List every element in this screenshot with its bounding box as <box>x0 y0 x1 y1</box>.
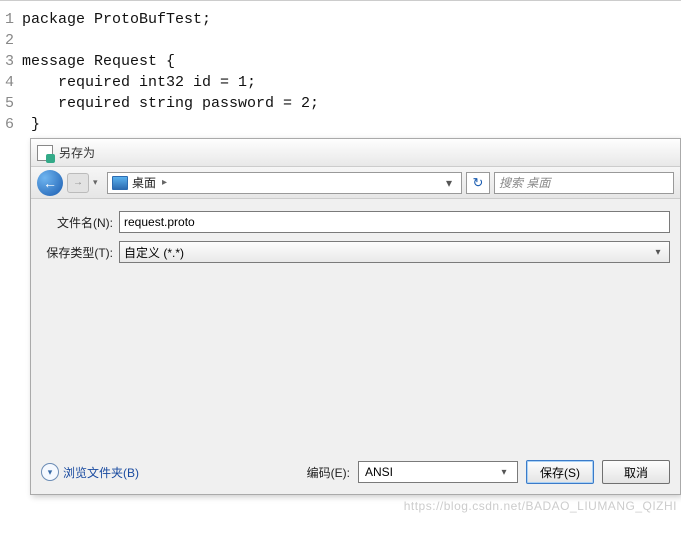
encoding-combobox[interactable]: ANSI ▾ <box>358 461 518 483</box>
desktop-icon <box>112 176 128 190</box>
location-breadcrumb[interactable]: 桌面 ▸ ▾ <box>107 172 462 194</box>
code-text: } <box>22 114 40 135</box>
refresh-button[interactable]: ↻ <box>466 172 490 194</box>
browse-folders-label: 浏览文件夹(B) <box>63 464 139 481</box>
watermark-text: https://blog.csdn.net/BADAO_LIUMANG_QIZH… <box>404 499 677 513</box>
dialog-body <box>31 277 680 452</box>
nav-back-button[interactable]: ← <box>37 170 63 196</box>
encoding-value: ANSI <box>365 465 393 479</box>
nav-forward-button[interactable]: → <box>67 173 89 193</box>
code-text: required int32 id = 1; <box>22 72 256 93</box>
filetype-label: 保存类型(T): <box>41 244 119 261</box>
location-dropdown-icon[interactable]: ▾ <box>441 176 457 190</box>
nav-history-dropdown[interactable]: ▾ <box>93 177 103 188</box>
search-input[interactable]: 搜索 桌面 <box>494 172 674 194</box>
encoding-label: 编码(E): <box>307 464 350 481</box>
code-text: message Request { <box>22 51 175 72</box>
refresh-icon: ↻ <box>473 175 484 191</box>
arrow-right-icon: → <box>73 177 83 188</box>
save-button[interactable]: 保存(S) <box>526 460 594 484</box>
location-text: 桌面 <box>132 174 156 191</box>
line-number: 1 <box>0 9 22 30</box>
save-as-dialog: 另存为 ← → ▾ 桌面 ▸ ▾ ↻ 搜索 桌面 文件名(N): 保存类型(T)… <box>30 138 681 495</box>
chevron-down-icon: ▾ <box>497 467 511 478</box>
navigation-bar: ← → ▾ 桌面 ▸ ▾ ↻ 搜索 桌面 <box>31 167 680 199</box>
filetype-value: 自定义 (*.*) <box>124 244 184 261</box>
line-number: 6 <box>0 114 22 135</box>
chevron-down-icon: ▾ <box>41 463 59 481</box>
dialog-title: 另存为 <box>59 144 95 161</box>
line-number: 4 <box>0 72 22 93</box>
filename-input[interactable] <box>119 211 670 233</box>
browse-folders-toggle[interactable]: ▾ 浏览文件夹(B) <box>41 463 139 481</box>
dialog-titlebar[interactable]: 另存为 <box>31 139 680 167</box>
search-placeholder: 搜索 桌面 <box>499 174 550 191</box>
chevron-down-icon: ▾ <box>651 247 665 258</box>
code-text: package ProtoBufTest; <box>22 9 211 30</box>
chevron-right-icon: ▸ <box>162 177 167 188</box>
line-number: 2 <box>0 30 22 51</box>
filetype-combobox[interactable]: 自定义 (*.*) ▾ <box>119 241 670 263</box>
cancel-button[interactable]: 取消 <box>602 460 670 484</box>
filename-label: 文件名(N): <box>41 214 119 231</box>
arrow-left-icon: ← <box>43 175 57 191</box>
save-icon <box>37 145 53 161</box>
line-number: 3 <box>0 51 22 72</box>
code-text: required string password = 2; <box>22 93 319 114</box>
code-editor[interactable]: 1package ProtoBufTest; 2 3message Reques… <box>0 0 681 143</box>
line-number: 5 <box>0 93 22 114</box>
